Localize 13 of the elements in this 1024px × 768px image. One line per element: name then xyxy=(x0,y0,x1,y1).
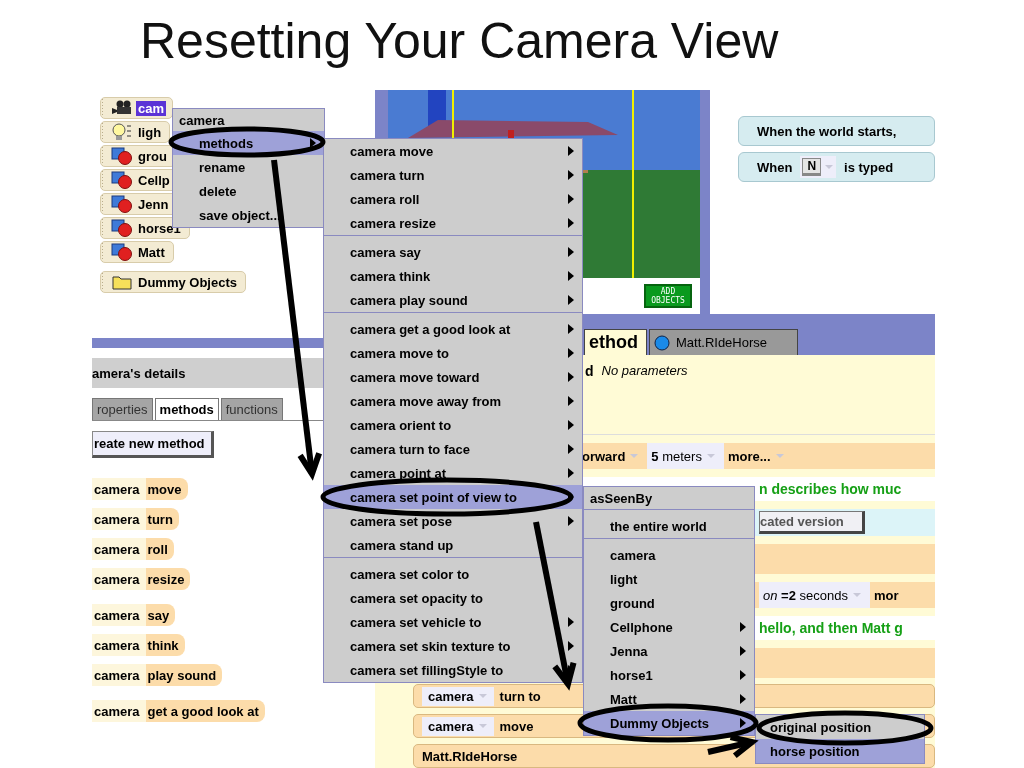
comment-text: hello, and then Matt g xyxy=(759,620,903,636)
comment-text: n describes how muc xyxy=(759,481,902,497)
menu-title: camera xyxy=(178,111,226,130)
method-name: d xyxy=(585,363,594,379)
menu-title: asSeenBy xyxy=(589,489,654,508)
event-text: When the world starts, xyxy=(757,123,897,139)
event-text: is typed xyxy=(844,159,894,175)
statement-text: turn to xyxy=(499,688,541,704)
statement-text: move xyxy=(499,718,534,734)
slide-title: Resetting Your Camera View xyxy=(139,12,780,71)
event-text: When xyxy=(757,159,793,175)
parameters-note: No parameters xyxy=(601,363,688,378)
statement-text: Matt.RIdeHorse xyxy=(422,748,518,764)
